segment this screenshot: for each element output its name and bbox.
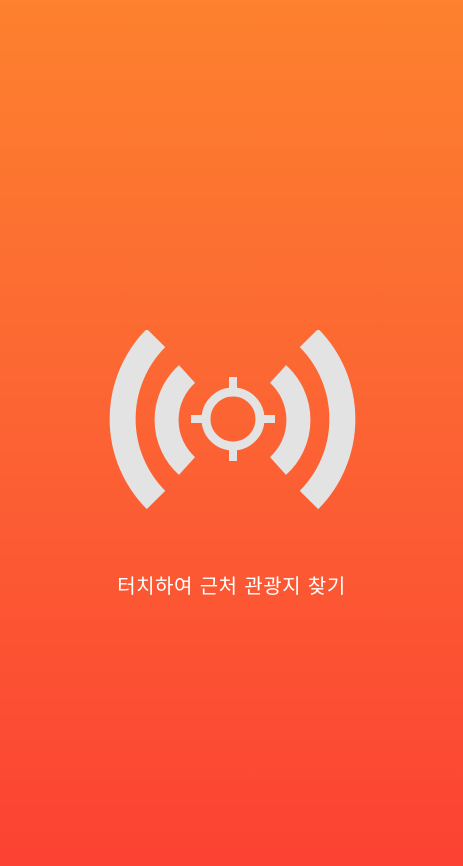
location-broadcast-icon bbox=[109, 330, 356, 510]
crosshair-ticks bbox=[191, 377, 275, 461]
touch-to-locate-area[interactable]: 터치하여 근처 관광지 찾기 bbox=[0, 0, 463, 866]
inner-left-wave bbox=[154, 365, 196, 475]
crosshair-circle bbox=[201, 387, 265, 451]
touch-to-find-label: 터치하여 근처 관광지 찾기 bbox=[117, 574, 346, 598]
outer-left-wave bbox=[109, 330, 166, 510]
inner-right-wave bbox=[269, 365, 311, 475]
outer-right-wave bbox=[299, 330, 356, 510]
splash-screen: 터치하여 근처 관광지 찾기 bbox=[0, 0, 463, 866]
